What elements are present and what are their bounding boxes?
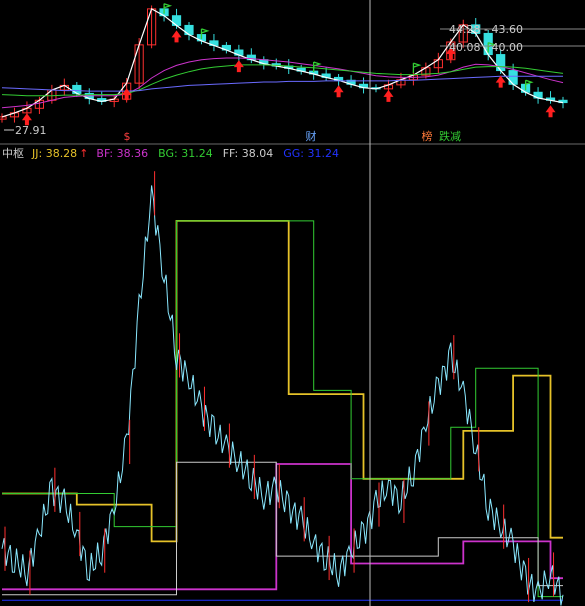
chart-canvas[interactable]: 27.91 44.28 - 43.60 40.08 - 40.00 $ 财 榜跌减中枢 JJ… <box>0 0 585 606</box>
legend-up-arrow-icon: ↑ <box>79 147 88 160</box>
legend-jj: JJ: 38.28 <box>31 147 77 160</box>
low-price-label: 27.91 <box>15 124 47 137</box>
event-marker-ranking: 榜 <box>422 129 433 143</box>
event-marker-reduction: 跌减 <box>439 129 461 143</box>
legend-bf: BF: 38.36 <box>96 147 148 160</box>
legend-bg: BG: 31.24 <box>158 147 213 160</box>
event-marker-finance: 财 <box>306 129 317 143</box>
range-label-lower: 40.08 - 40.00 <box>449 41 523 54</box>
candle-body <box>496 54 506 72</box>
event-marker-dollar: $ <box>124 130 131 143</box>
candle-body <box>171 15 182 26</box>
legend-gg: GG: 31.24 <box>283 147 339 160</box>
indicator-title: 中枢 <box>2 146 24 160</box>
candle-body <box>508 70 518 85</box>
range-label-upper: 44.28 - 43.60 <box>449 23 523 36</box>
legend-ff: FF: 38.04 <box>223 147 274 160</box>
